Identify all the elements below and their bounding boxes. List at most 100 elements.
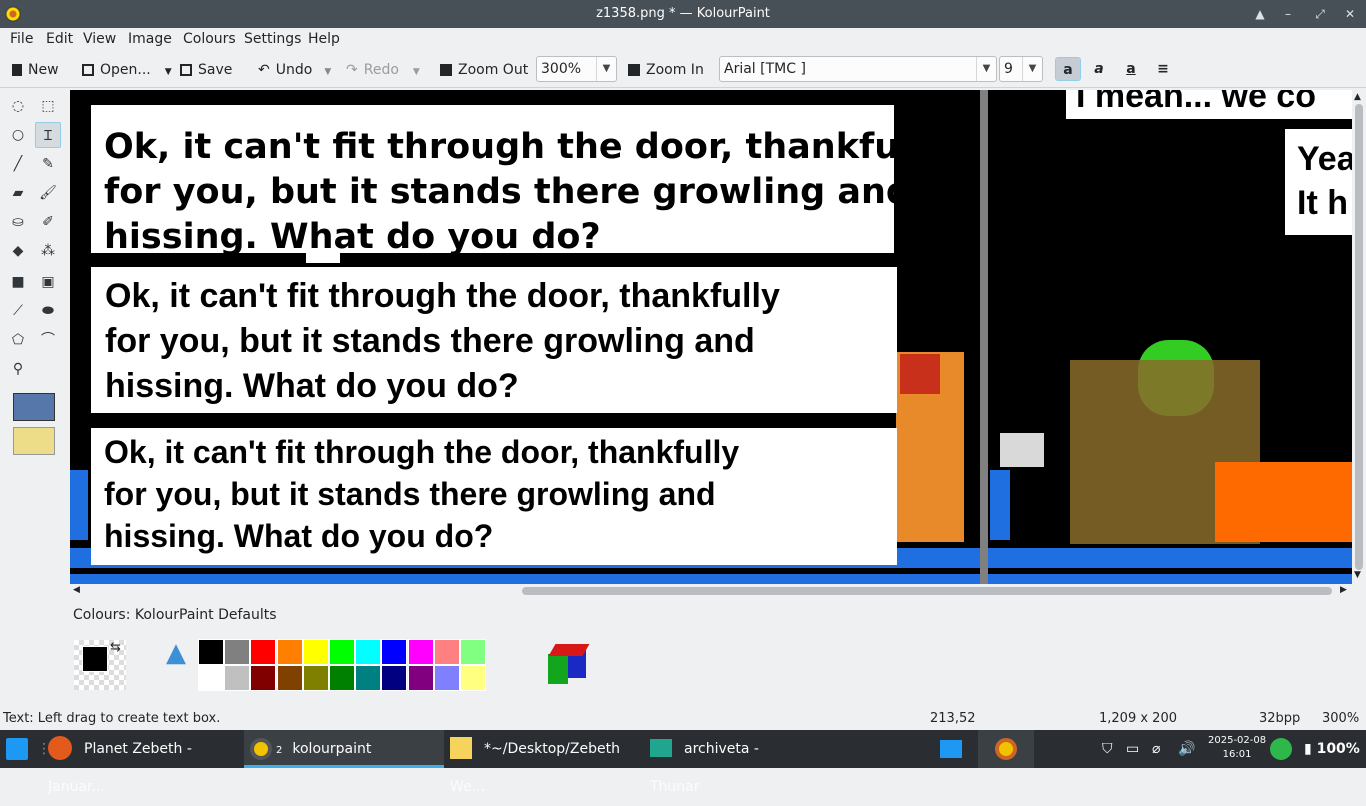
- zoom-icon[interactable]: ⚲: [5, 356, 31, 382]
- chevron-down-icon[interactable]: ▼: [596, 57, 616, 81]
- horizontal-scrollbar[interactable]: ◀ ▶: [70, 584, 1352, 598]
- desktop-pager-2[interactable]: [978, 730, 1034, 768]
- palette-swatch[interactable]: [302, 665, 329, 691]
- volume-icon[interactable]: 🔊: [1178, 730, 1200, 768]
- eraser-icon[interactable]: ▰: [5, 180, 31, 206]
- palette-swatch[interactable]: [250, 639, 277, 665]
- keep-above-button[interactable]: ▲: [1250, 4, 1270, 24]
- text-transparent-button[interactable]: a: [1086, 57, 1112, 81]
- palette-swatch[interactable]: [329, 639, 355, 665]
- text-underline-button[interactable]: a: [1118, 57, 1144, 81]
- redo-button[interactable]: ↷ Redo ▼: [346, 60, 420, 82]
- rectangle-icon[interactable]: ■: [5, 269, 31, 295]
- palette-swatch[interactable]: [302, 639, 329, 665]
- menu-file[interactable]: File: [10, 31, 33, 47]
- menu-view[interactable]: View: [83, 31, 116, 47]
- canvas[interactable]: Ok, it can't fit through the door, thank…: [70, 90, 1352, 584]
- pen-icon[interactable]: ✎: [35, 151, 61, 177]
- transparent-selection-icon[interactable]: [13, 427, 55, 455]
- task-firefox[interactable]: Planet Zebeth - Januar...: [48, 730, 240, 795]
- font-size-combo[interactable]: 9 ▼: [999, 56, 1043, 82]
- color-picker-icon[interactable]: ✐: [35, 209, 61, 235]
- zoom-combo[interactable]: 300% ▼: [536, 56, 617, 82]
- palette-swatch[interactable]: [224, 665, 251, 691]
- color-eraser-icon[interactable]: ◆: [5, 238, 31, 264]
- polygon-icon[interactable]: ⬠: [5, 327, 31, 353]
- palette-swatch[interactable]: [460, 665, 486, 691]
- close-button[interactable]: ✕: [1340, 4, 1360, 24]
- speech-bubble-text-box[interactable]: Ok, it can't fit through the door, thank…: [91, 428, 897, 565]
- clock[interactable]: 2025-02-08 16:01: [1208, 734, 1266, 762]
- chevron-down-icon[interactable]: ▼: [976, 57, 996, 81]
- palette-swatch[interactable]: [460, 639, 486, 665]
- spraycan-icon[interactable]: ⁂: [35, 238, 61, 264]
- open-button[interactable]: Open... ▼: [82, 60, 172, 82]
- menu-settings[interactable]: Settings: [244, 31, 301, 47]
- menu-colours[interactable]: Colours: [183, 31, 236, 47]
- palette-swatch[interactable]: [407, 639, 434, 665]
- text-opaque-button[interactable]: a: [1055, 57, 1081, 81]
- battery-indicator[interactable]: ▮ 100%: [1304, 730, 1364, 768]
- scroll-up-icon[interactable]: ▲: [1354, 92, 1361, 102]
- foreground-color[interactable]: [82, 646, 108, 672]
- maximize-button[interactable]: ⤢: [1310, 4, 1330, 24]
- desktop-pager-1[interactable]: [940, 730, 970, 768]
- palette-swatch[interactable]: [355, 665, 382, 691]
- text-tool-icon[interactable]: Ɪ: [35, 122, 61, 148]
- rect-select-icon[interactable]: ⬚: [35, 93, 61, 119]
- text-align-button[interactable]: ≡: [1150, 57, 1176, 81]
- color-cube-icon[interactable]: [548, 644, 590, 684]
- chevron-down-icon[interactable]: ▼: [1022, 57, 1042, 81]
- palette-swatch[interactable]: [433, 665, 460, 691]
- undo-button[interactable]: ↶ Undo ▼: [258, 60, 331, 82]
- connected-lines-icon[interactable]: ⟋: [5, 298, 31, 324]
- palette-swatch[interactable]: [355, 639, 382, 665]
- task-thunar[interactable]: archiveta - Thunar: [650, 730, 810, 795]
- scroll-left-icon[interactable]: ◀: [73, 585, 80, 595]
- menu-image[interactable]: Image: [128, 31, 172, 47]
- update-icon[interactable]: [1270, 730, 1294, 768]
- palette-swatch[interactable]: [198, 639, 224, 665]
- zoom-in-button[interactable]: Zoom In: [628, 60, 704, 82]
- palette-swatch[interactable]: [276, 639, 303, 665]
- attachment-icon[interactable]: ⌀: [1152, 730, 1170, 768]
- transparent-color-icon[interactable]: ▲: [166, 640, 194, 668]
- vertical-scroll-thumb[interactable]: [1355, 104, 1363, 570]
- ellipse-select-icon[interactable]: ○: [5, 122, 31, 148]
- palette-swatch[interactable]: [276, 665, 303, 691]
- color-box[interactable]: ⇆: [74, 640, 126, 690]
- menu-help[interactable]: Help: [308, 31, 340, 47]
- swap-colors-icon[interactable]: ⇆: [110, 640, 121, 655]
- palette-swatch[interactable]: [433, 639, 460, 665]
- scroll-down-icon[interactable]: ▼: [1354, 570, 1361, 580]
- line-icon[interactable]: ╱: [5, 151, 31, 177]
- shield-icon[interactable]: ⛉: [1102, 730, 1120, 768]
- palette-swatch[interactable]: [250, 665, 277, 691]
- palette-swatch[interactable]: [407, 665, 434, 691]
- ellipse-icon[interactable]: ⬬: [35, 298, 61, 324]
- menu-edit[interactable]: Edit: [46, 31, 73, 47]
- scroll-right-icon[interactable]: ▶: [1340, 585, 1347, 595]
- curve-icon[interactable]: ⌒: [35, 327, 61, 353]
- chevron-down-icon[interactable]: ▼: [413, 67, 420, 77]
- app-menu-icon[interactable]: [6, 730, 34, 768]
- zoom-out-button[interactable]: Zoom Out: [440, 60, 528, 82]
- new-button[interactable]: New: [12, 60, 59, 82]
- palette-swatch[interactable]: [198, 665, 224, 691]
- palette-swatch[interactable]: [381, 665, 408, 691]
- chevron-down-icon[interactable]: ▼: [165, 67, 172, 77]
- palette-swatch[interactable]: [329, 665, 355, 691]
- palette-swatch[interactable]: [224, 639, 251, 665]
- chevron-down-icon[interactable]: ▼: [324, 67, 331, 77]
- rounded-rectangle-icon[interactable]: ▣: [35, 269, 61, 295]
- vertical-scrollbar[interactable]: ▲ ▼: [1352, 90, 1366, 584]
- palette-swatch[interactable]: [381, 639, 408, 665]
- minimize-button[interactable]: –: [1278, 4, 1298, 24]
- brush-icon[interactable]: 🖌: [35, 180, 61, 206]
- font-family-combo[interactable]: Arial [TMC ] ▼: [719, 56, 997, 82]
- task-text-editor[interactable]: *~/Desktop/Zebeth We...: [450, 730, 642, 795]
- save-button[interactable]: Save: [180, 60, 232, 82]
- opaque-selection-icon[interactable]: [13, 393, 55, 421]
- screen-icon[interactable]: ▭: [1126, 730, 1146, 768]
- free-select-icon[interactable]: ◌: [5, 93, 31, 119]
